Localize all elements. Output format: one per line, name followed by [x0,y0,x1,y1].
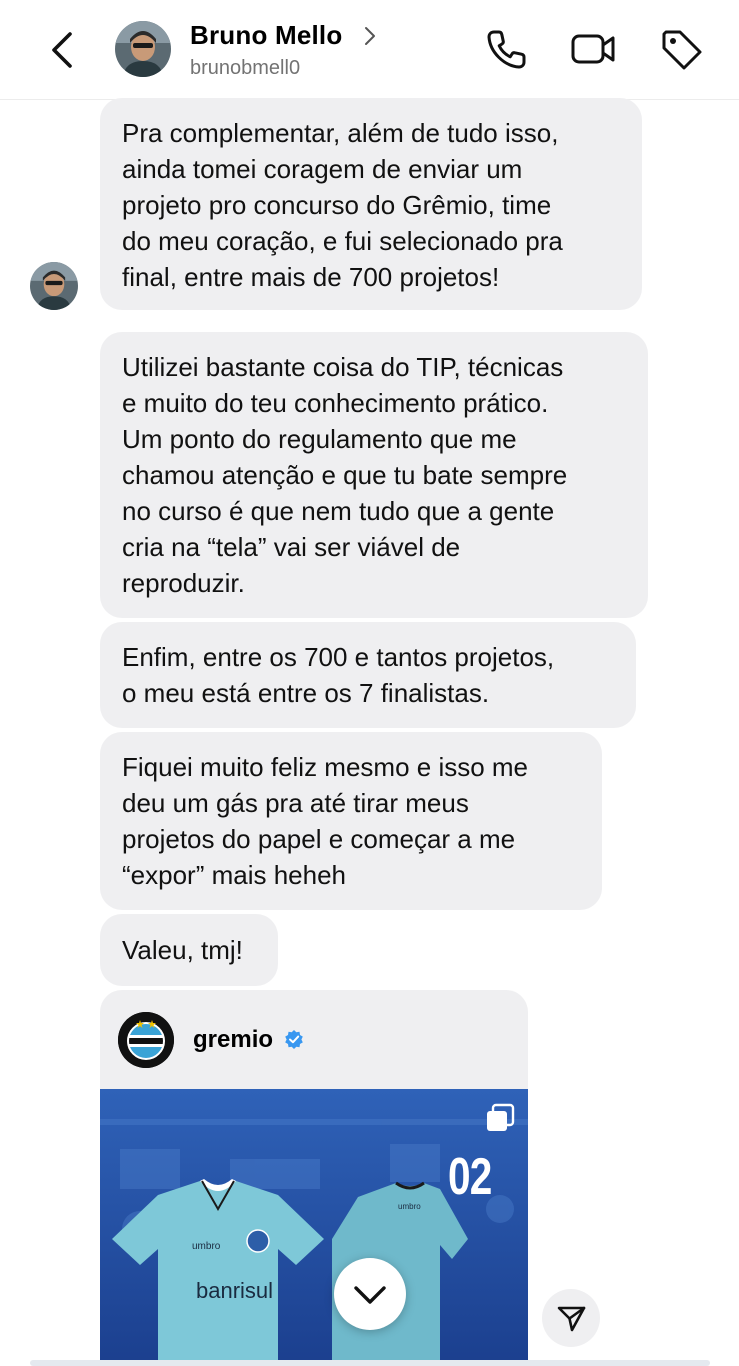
sender-avatar[interactable] [30,262,78,310]
svg-text:umbro: umbro [398,1202,421,1211]
chevron-down-icon [354,1286,386,1304]
avatar[interactable] [115,21,171,77]
tag-icon[interactable] [656,24,706,74]
gremio-logo-icon [118,1012,174,1068]
message-bubble[interactable]: Valeu, tmj! [100,914,278,986]
post-number: 02 [448,1148,492,1206]
shared-post-username[interactable]: gremio [193,1026,273,1054]
verified-badge-icon [285,1030,303,1049]
message-bubble[interactable]: Fiquei muito feliz mesmo e isso me deu u… [100,732,602,910]
sponsor-text: banrisul [196,1278,273,1303]
message-bubble[interactable]: Utilizei bastante coisa do TIP, técnicas… [100,332,648,618]
message-bubble[interactable]: Enfim, entre os 700 e tantos projetos, o… [100,622,636,728]
share-button[interactable] [542,1289,600,1347]
svg-text:umbro: umbro [192,1241,221,1252]
shared-post-card[interactable]: gremio umbro banrisul umbro 02 [100,990,528,1366]
contact-username: brunobmell0 [190,57,301,79]
carousel-icon [487,1103,515,1131]
chevron-left-icon[interactable] [46,28,82,72]
video-camera-icon[interactable] [568,24,618,74]
chat-header: Bruno Mello brunobmell0 [0,0,739,100]
chevron-right-icon[interactable] [362,24,378,48]
send-icon [557,1306,586,1332]
message-bubble[interactable]: Pra complementar, além de tudo isso, ain… [100,98,642,310]
scroll-down-button[interactable] [334,1258,406,1330]
phone-icon[interactable] [482,24,532,74]
input-bar-edge [30,1360,710,1366]
contact-name[interactable]: Bruno Mello [190,20,342,51]
shared-post-image[interactable]: umbro banrisul umbro 02 [100,1089,528,1366]
shared-post-header[interactable]: gremio [100,990,528,1089]
